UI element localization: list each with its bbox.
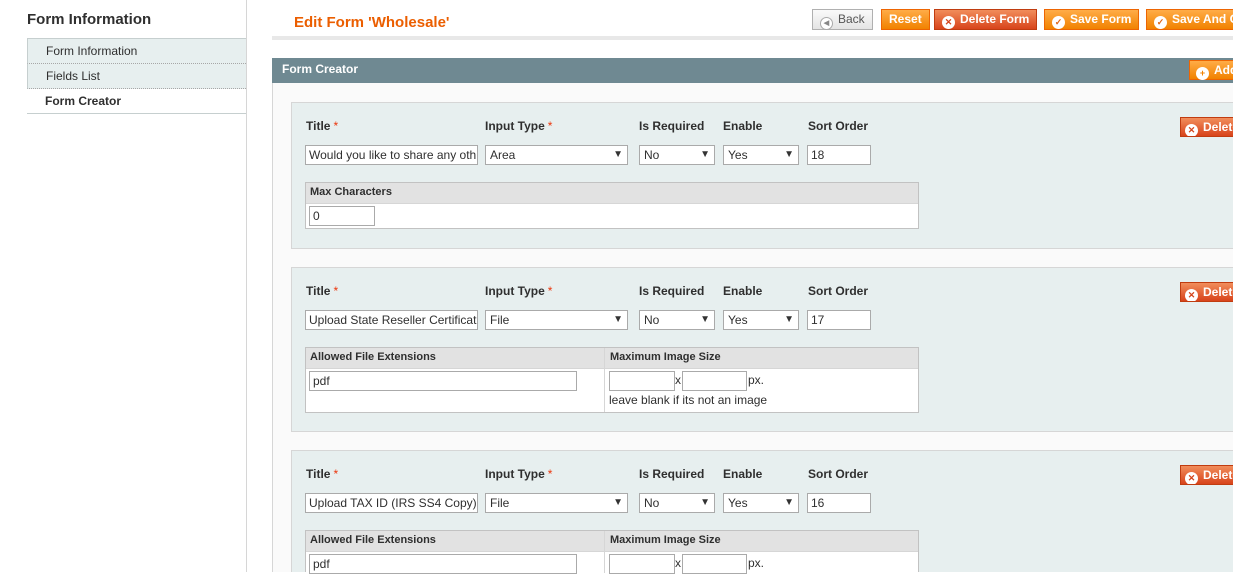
- input-type-select[interactable]: Area ▼: [485, 145, 628, 165]
- times-sign: x: [675, 556, 681, 570]
- column-divider: [604, 348, 605, 412]
- max-characters-table: Max Characters: [305, 182, 919, 229]
- check-icon: ✓: [1154, 16, 1167, 29]
- allowed-extensions-input[interactable]: pdf: [309, 371, 577, 391]
- check-icon: ✓: [1052, 16, 1065, 29]
- is-required-label: Is Required: [639, 467, 705, 481]
- is-required-select[interactable]: No ▼: [639, 145, 715, 165]
- sort-order-input[interactable]: 17: [807, 310, 871, 330]
- delete-icon: ✕: [1185, 124, 1198, 136]
- chevron-down-icon: ▼: [613, 314, 623, 325]
- delete-field-button[interactable]: ✕Delete: [1180, 117, 1233, 137]
- save-form-button[interactable]: ✓ Save Form: [1044, 9, 1140, 30]
- image-height-input[interactable]: [682, 371, 747, 391]
- sidebar-item-form-information[interactable]: Form Information: [27, 38, 246, 64]
- image-size-hint: leave blank if its not an image: [609, 393, 768, 407]
- allowed-extensions-label: Allowed File Extensions: [310, 534, 436, 546]
- title-label: Title *: [306, 119, 339, 133]
- enable-label: Enable: [723, 467, 763, 481]
- enable-label: Enable: [723, 119, 763, 133]
- image-width-input[interactable]: [609, 554, 675, 574]
- image-width-input[interactable]: [609, 371, 675, 391]
- subtable-header: Allowed File Extensions Maximum Image Si…: [306, 531, 918, 552]
- input-type-label: Input Type *: [485, 119, 553, 133]
- max-characters-input[interactable]: 0: [309, 206, 375, 226]
- title-input[interactable]: Upload State Reseller Certificat: [305, 310, 478, 330]
- sidebar-title: Form Information: [27, 11, 152, 28]
- chevron-down-icon: ▼: [613, 149, 623, 160]
- delete-form-button[interactable]: ✕ Delete Form: [934, 9, 1038, 30]
- subtable-header: Max Characters: [306, 183, 918, 204]
- px-unit: px.: [748, 556, 765, 570]
- max-image-size-label: Maximum Image Size: [610, 351, 721, 363]
- sort-order-label: Sort Order: [808, 284, 869, 298]
- sidebar: Form Information Form Information Fields…: [0, 0, 247, 572]
- enable-select[interactable]: Yes ▼: [723, 145, 799, 165]
- add-field-button[interactable]: +Add: [1189, 60, 1233, 80]
- plus-icon: +: [1196, 67, 1209, 80]
- header-divider: [272, 36, 1233, 40]
- is-required-select[interactable]: No ▼: [639, 493, 715, 513]
- sort-order-input[interactable]: 16: [807, 493, 871, 513]
- chevron-down-icon: ▼: [784, 497, 794, 508]
- max-characters-label: Max Characters: [310, 186, 392, 198]
- input-type-label: Input Type *: [485, 284, 553, 298]
- page-title: Edit Form 'Wholesale': [294, 14, 450, 31]
- input-type-label: Input Type *: [485, 467, 553, 481]
- enable-select[interactable]: Yes ▼: [723, 310, 799, 330]
- is-required-select[interactable]: No ▼: [639, 310, 715, 330]
- back-arrow-icon: ◀: [820, 17, 833, 30]
- input-type-select[interactable]: File ▼: [485, 310, 628, 330]
- sort-order-input[interactable]: 18: [807, 145, 871, 165]
- delete-field-button[interactable]: ✕Delete: [1180, 465, 1233, 485]
- title-label: Title *: [306, 467, 339, 481]
- chevron-down-icon: ▼: [784, 314, 794, 325]
- save-and-continue-button[interactable]: ✓ Save And C: [1146, 9, 1233, 30]
- chevron-down-icon: ▼: [700, 314, 710, 325]
- back-button[interactable]: ◀ Back: [812, 9, 873, 30]
- sidebar-tabs: Form Information Fields List Form Creato…: [27, 38, 246, 114]
- sidebar-item-form-creator[interactable]: Form Creator: [27, 89, 246, 114]
- chevron-down-icon: ▼: [700, 149, 710, 160]
- sort-order-label: Sort Order: [808, 119, 869, 133]
- enable-select[interactable]: Yes ▼: [723, 493, 799, 513]
- times-sign: x: [675, 373, 681, 387]
- section-header: Form Creator: [272, 58, 1233, 83]
- is-required-label: Is Required: [639, 119, 705, 133]
- delete-field-button[interactable]: ✕Delete: [1180, 282, 1233, 302]
- input-type-select[interactable]: File ▼: [485, 493, 628, 513]
- subtable-header: Allowed File Extensions Maximum Image Si…: [306, 348, 918, 369]
- chevron-down-icon: ▼: [784, 149, 794, 160]
- sort-order-label: Sort Order: [808, 467, 869, 481]
- image-height-input[interactable]: [682, 554, 747, 574]
- title-input[interactable]: Would you like to share any oth: [305, 145, 478, 165]
- px-unit: px.: [748, 373, 765, 387]
- delete-icon: ✕: [942, 16, 955, 29]
- chevron-down-icon: ▼: [700, 497, 710, 508]
- chevron-down-icon: ▼: [613, 497, 623, 508]
- sidebar-item-fields-list[interactable]: Fields List: [27, 64, 246, 89]
- allowed-extensions-input[interactable]: pdf: [309, 554, 577, 574]
- title-label: Title *: [306, 284, 339, 298]
- allowed-extensions-label: Allowed File Extensions: [310, 351, 436, 363]
- is-required-label: Is Required: [639, 284, 705, 298]
- title-input[interactable]: Upload TAX ID (IRS SS4 Copy): [305, 493, 478, 513]
- enable-label: Enable: [723, 284, 763, 298]
- reset-button[interactable]: Reset: [881, 9, 930, 30]
- max-image-size-label: Maximum Image Size: [610, 534, 721, 546]
- delete-icon: ✕: [1185, 472, 1198, 484]
- column-divider: [604, 531, 605, 573]
- delete-icon: ✕: [1185, 289, 1198, 301]
